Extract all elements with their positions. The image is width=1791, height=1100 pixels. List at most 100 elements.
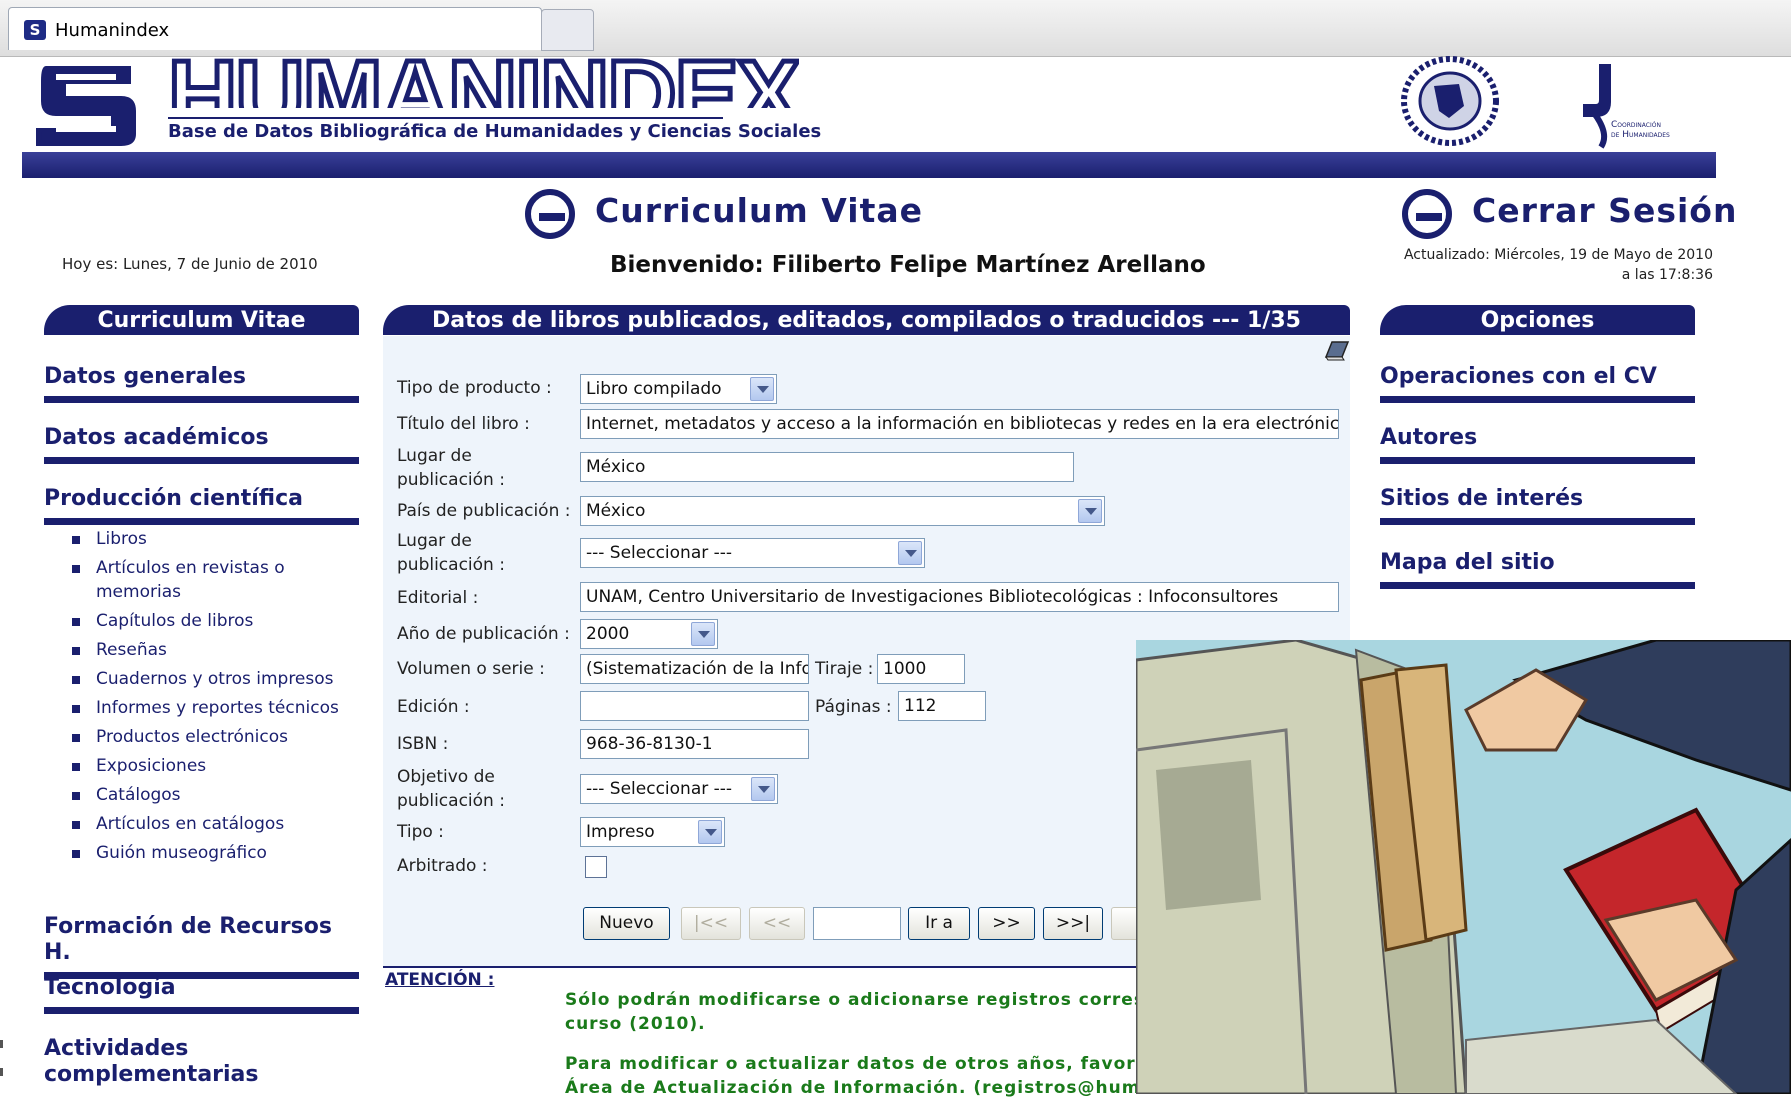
page-edge-mark [0, 1068, 3, 1076]
subnav-resenas[interactable]: Reseñas [72, 638, 362, 662]
current-date: Hoy es: Lunes, 7 de Junio de 2010 [62, 255, 318, 273]
label-paginas: Páginas : [815, 697, 892, 717]
attention-label: ATENCIÓN : [385, 970, 495, 990]
subnav-capitulos[interactable]: Capítulos de libros [72, 609, 362, 633]
nav-produccion-cientifica[interactable]: Producción científica [44, 486, 359, 525]
unam-seal-icon [1401, 56, 1499, 146]
curriculum-icon [525, 189, 575, 239]
nuevo-button[interactable]: Nuevo [583, 907, 670, 940]
tipo-select[interactable]: Impreso [580, 817, 725, 847]
label-arbitrado: Arbitrado : [397, 856, 488, 876]
anio-value: 2000 [586, 624, 630, 644]
tipo-producto-value: Libro compilado [586, 379, 722, 399]
form-heading: Datos de libros publicados, editados, co… [383, 305, 1350, 364]
produccion-subnav: Libros Artículos en revistas o memorias … [72, 527, 362, 870]
first-record-button[interactable]: |<< [681, 907, 741, 940]
subnav-articulos[interactable]: Artículos en revistas o memorias [72, 556, 362, 604]
page-title-text: Curriculum Vitae [595, 191, 924, 230]
label-tipo-producto: Tipo de producto : [397, 378, 552, 398]
chevron-down-icon [691, 622, 715, 646]
coordinacion-label: Coordinación de Humanidades [1611, 120, 1670, 140]
welcome-message: Bienvenido: Filiberto Felipe Martínez Ar… [610, 252, 1206, 278]
logout-icon [1402, 189, 1452, 239]
new-tab-button[interactable] [541, 9, 594, 51]
label-tiraje: Tiraje : [815, 659, 874, 679]
lugar-publicacion-select[interactable]: --- Seleccionar --- [580, 538, 925, 568]
pais-value: México [586, 501, 646, 521]
label-lugar-publicacion: Lugar de publicación : [397, 446, 505, 490]
go-to-button[interactable]: Ir a [908, 907, 970, 940]
last-updated: Actualizado: Miércoles, 19 de Mayo de 20… [1350, 245, 1713, 285]
next-record-button[interactable]: >> [978, 907, 1035, 940]
chevron-down-icon [1078, 499, 1102, 523]
subnav-cuadernos[interactable]: Cuadernos y otros impresos [72, 667, 362, 691]
label-edicion: Edición : [397, 697, 470, 717]
last-record-button[interactable]: >>| [1043, 907, 1103, 940]
label-titulo: Título del libro : [397, 414, 530, 434]
browser-tab-strip: S Humanindex [0, 0, 1791, 57]
subnav-exposiciones[interactable]: Exposiciones [72, 754, 362, 778]
site-name: HUMANINDEX [168, 50, 799, 108]
label-pais: País de publicación : [397, 501, 571, 521]
books-from-computer-illustration [1136, 640, 1791, 1094]
objetivo-select[interactable]: --- Seleccionar --- [580, 774, 778, 804]
pais-select[interactable]: México [580, 496, 1105, 526]
tiraje-input[interactable]: 1000 [877, 654, 965, 684]
site-favicon-icon: S [24, 20, 46, 40]
coord-line-2: de Humanidades [1611, 130, 1670, 140]
nav-mapa-sitio[interactable]: Mapa del sitio [1380, 550, 1695, 589]
nav-datos-academicos[interactable]: Datos académicos [44, 425, 359, 464]
coord-line-1: Coordinación [1611, 120, 1661, 130]
anio-select[interactable]: 2000 [580, 619, 718, 649]
subnav-informes[interactable]: Informes y reportes técnicos [72, 696, 362, 720]
logout-label: Cerrar Sesión [1472, 191, 1738, 230]
subnav-catalogos[interactable]: Catálogos [72, 783, 362, 807]
record-number-input[interactable] [813, 907, 901, 940]
nav-formacion-recursos[interactable]: Formación de Recursos H. [44, 914, 359, 979]
chevron-down-icon [698, 820, 722, 844]
lugar-publicacion-select-value: --- Seleccionar --- [586, 543, 733, 563]
lugar-publicacion-input[interactable]: México [580, 452, 1074, 482]
nav-sitios-interes[interactable]: Sitios de interés [1380, 486, 1695, 525]
paginas-input[interactable]: 112 [898, 691, 986, 721]
illustration-art [1136, 640, 1791, 1094]
browser-tab[interactable]: S Humanindex [8, 7, 542, 50]
logout-link[interactable]: Cerrar Sesión [1402, 185, 1736, 239]
nav-autores[interactable]: Autores [1380, 425, 1695, 464]
subnav-guion-museografico[interactable]: Guión museográfico [72, 841, 362, 865]
label-tipo: Tipo : [397, 822, 444, 842]
options-heading: Opciones [1380, 305, 1695, 335]
tipo-producto-select[interactable]: Libro compilado [580, 374, 777, 404]
last-updated-time: a las 17:8:36 [1621, 267, 1713, 283]
label-volumen: Volumen o serie : [397, 659, 545, 679]
edicion-input[interactable] [580, 691, 809, 721]
nav-tecnologia[interactable]: Tecnología [44, 975, 359, 1014]
chevron-down-icon [898, 541, 922, 565]
tipo-value: Impreso [586, 822, 655, 842]
label-objetivo: Objetivo de publicación : [397, 767, 505, 811]
chevron-down-icon [751, 777, 775, 801]
site-subtitle: Base de Datos Bibliográfica de Humanidad… [168, 121, 822, 142]
subnav-productos-electronicos[interactable]: Productos electrónicos [72, 725, 362, 749]
browser-tab-title: Humanindex [55, 20, 170, 41]
page-edge-mark [0, 1040, 3, 1048]
label-anio: Año de publicación : [397, 624, 570, 644]
nav-datos-generales[interactable]: Datos generales [44, 364, 359, 403]
chevron-down-icon [750, 377, 774, 401]
previous-record-button[interactable]: << [749, 907, 805, 940]
editorial-input[interactable]: UNAM, Centro Universitario de Investigac… [580, 582, 1339, 612]
arbitrado-checkbox[interactable] [585, 856, 607, 878]
book-icon[interactable] [1322, 339, 1350, 361]
subnav-libros[interactable]: Libros [72, 527, 362, 551]
nav-actividades-complementarias[interactable]: Actividades complementarias [44, 1036, 359, 1094]
label-isbn: ISBN : [397, 734, 449, 754]
isbn-input[interactable]: 968-36-8130-1 [580, 729, 809, 759]
titulo-input[interactable]: Internet, metadatos y acceso a la inform… [580, 409, 1339, 439]
volumen-input[interactable]: (Sistematización de la Información [580, 654, 809, 684]
header-bar [22, 152, 1716, 178]
banner-divider [168, 117, 723, 119]
last-updated-date: Actualizado: Miércoles, 19 de Mayo de 20… [1403, 247, 1713, 263]
subnav-articulos-catalogos[interactable]: Artículos en catálogos [72, 812, 362, 836]
humanindex-logo-icon [36, 66, 136, 146]
nav-operaciones-cv[interactable]: Operaciones con el CV [1380, 364, 1695, 403]
